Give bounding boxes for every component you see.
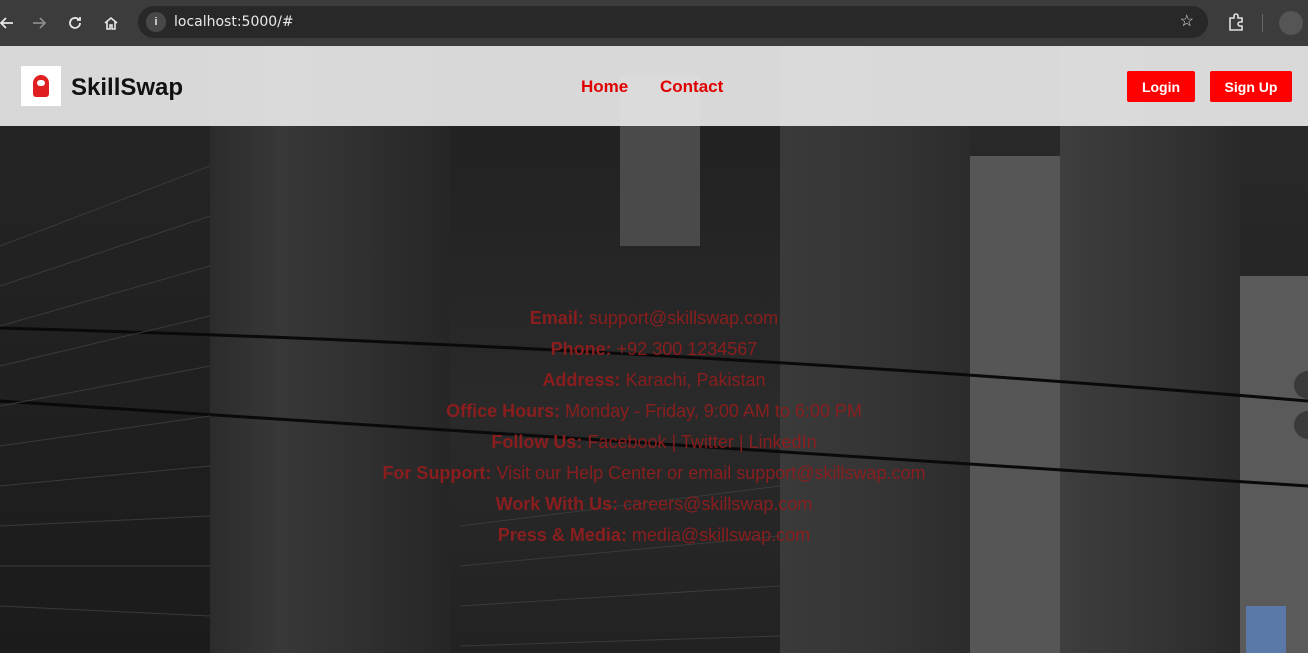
contact-label: Address:	[542, 370, 621, 390]
contact-label: Email:	[529, 308, 584, 328]
back-icon[interactable]	[0, 6, 24, 40]
reload-icon[interactable]	[58, 6, 92, 40]
login-button[interactable]: Login	[1127, 71, 1195, 102]
site-info-icon[interactable]: i	[146, 12, 166, 32]
nav-home[interactable]: Home	[581, 77, 628, 97]
contact-value: +92 300 1234567	[616, 339, 758, 359]
contact-label: For Support:	[382, 463, 492, 483]
nav-contact[interactable]: Contact	[660, 77, 723, 97]
forward-icon[interactable]	[22, 6, 56, 40]
contact-label: Follow Us:	[491, 432, 583, 452]
contact-label: Work With Us:	[495, 494, 619, 514]
contact-row-phone: Phone: +92 300 1234567	[0, 336, 1308, 367]
logo-icon	[33, 75, 49, 97]
contact-label: Phone:	[550, 339, 612, 359]
contact-row-follow-us: Follow Us: Facebook | Twitter | LinkedIn	[0, 429, 1308, 460]
contact-row-office-hours: Office Hours: Monday - Friday, 9:00 AM t…	[0, 398, 1308, 429]
contact-label: Office Hours:	[446, 401, 561, 421]
home-icon[interactable]	[94, 6, 128, 40]
site-header: SkillSwap Home Contact Login Sign Up	[0, 46, 1308, 126]
url-text[interactable]: localhost:5000/#	[174, 14, 294, 30]
profile-icon[interactable]	[1279, 11, 1303, 35]
contact-info: Email: support@skillswap.com Phone: +92 …	[0, 305, 1308, 553]
brand-name[interactable]: SkillSwap	[71, 74, 183, 102]
address-bar[interactable]: i localhost:5000/# ☆	[138, 6, 1208, 38]
star-icon[interactable]: ☆	[1180, 13, 1194, 31]
logo[interactable]	[21, 66, 61, 106]
contact-row-email: Email: support@skillswap.com	[0, 305, 1308, 336]
contact-row-support: For Support: Visit our Help Center or em…	[0, 460, 1308, 491]
browser-toolbar: i localhost:5000/# ☆	[0, 0, 1308, 46]
contact-row-press: Press & Media: media@skillswap.com	[0, 522, 1308, 553]
contact-value: Monday - Friday, 9:00 AM to 6:00 PM	[565, 401, 862, 421]
contact-label: Press & Media:	[497, 525, 627, 545]
contact-value: careers@skillswap.com	[623, 494, 813, 514]
signup-button[interactable]: Sign Up	[1210, 71, 1292, 102]
contact-value: Visit our Help Center or email support@s…	[496, 463, 926, 483]
contact-value: Facebook | Twitter | LinkedIn	[587, 432, 817, 452]
toolbar-divider	[1262, 14, 1263, 32]
extensions-icon[interactable]	[1226, 12, 1246, 32]
contact-value: media@skillswap.com	[631, 525, 811, 545]
contact-row-work-with-us: Work With Us: careers@skillswap.com	[0, 491, 1308, 522]
contact-value: Karachi, Pakistan	[625, 370, 766, 390]
contact-value: support@skillswap.com	[588, 308, 779, 328]
contact-row-address: Address: Karachi, Pakistan	[0, 367, 1308, 398]
